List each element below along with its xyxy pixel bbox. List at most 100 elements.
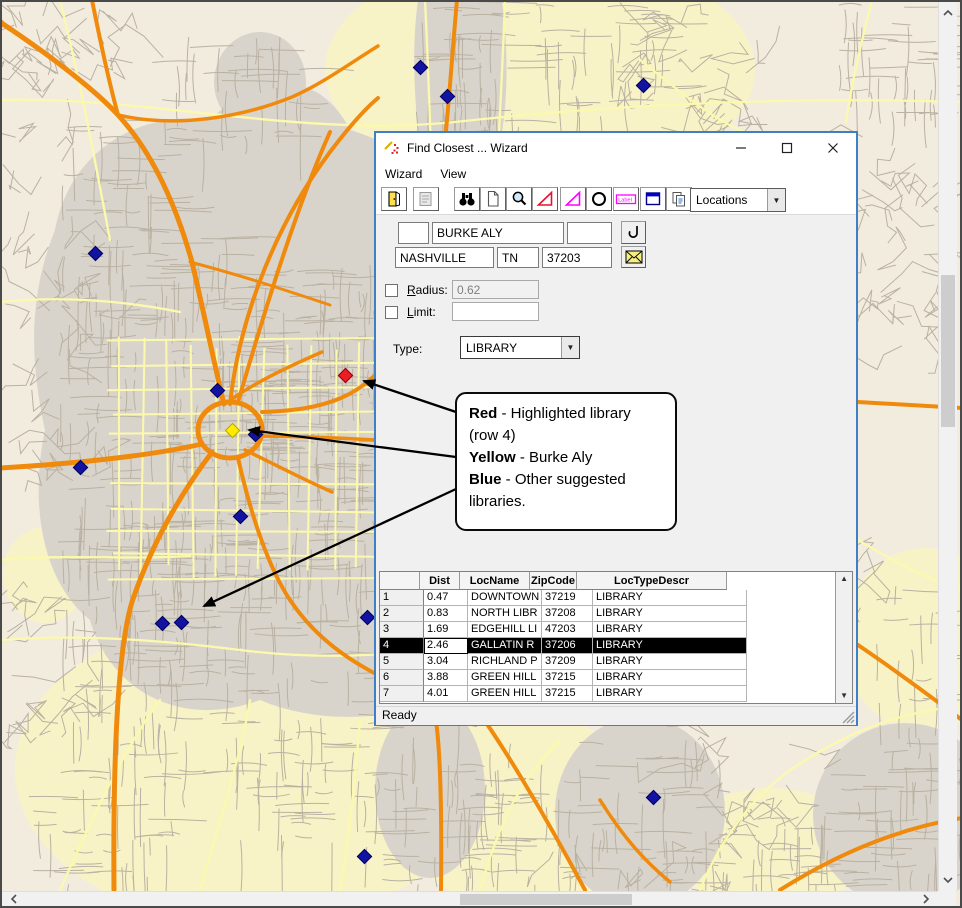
close-button[interactable] [811,133,855,163]
circle-tool-button[interactable] [586,187,612,211]
zip-field[interactable] [542,247,612,268]
data-cell[interactable]: LIBRARY [593,670,747,686]
find-button[interactable] [454,187,480,211]
radius-magenta-tool-button[interactable] [560,187,586,211]
minimize-button[interactable] [719,133,763,163]
data-cell[interactable]: NORTH LIBR [468,606,542,622]
scroll-down-icon[interactable] [942,874,954,886]
type-combo[interactable]: LIBRARY ▼ [460,336,580,359]
table-row[interactable]: 42.46GALLATIN R37206LIBRARY [380,638,835,654]
table-row[interactable]: 20.83NORTH LIBR37208LIBRARY [380,606,835,622]
data-cell[interactable]: 4.01 [424,686,468,702]
row-filler [747,638,835,653]
radius-label: Radius: [407,283,448,297]
new-document-button[interactable] [480,187,506,211]
radius-checkbox[interactable] [385,284,398,297]
column-header[interactable]: LocName [460,572,530,590]
chevron-down-icon[interactable]: ▼ [767,189,785,211]
locate-button[interactable] [621,221,646,244]
menu-wizard[interactable]: Wizard [376,164,431,184]
circle-icon [590,190,608,208]
properties-button[interactable] [413,187,439,211]
exit-button[interactable] [381,187,407,211]
row-number-cell[interactable]: 4 [380,638,424,654]
data-cell[interactable]: LIBRARY [593,654,747,670]
dialog-titlebar[interactable]: Find Closest ... Wizard [376,133,856,163]
limit-checkbox[interactable] [385,306,398,319]
label-tool-button[interactable]: Label [613,187,639,211]
map-hscroll-thumb[interactable] [460,894,632,905]
scroll-right-icon[interactable] [920,893,932,905]
scrollbar-corner [938,891,956,906]
layer-combo[interactable]: Locations ▼ [690,188,786,212]
table-row[interactable]: 10.47DOWNTOWN37219LIBRARY [380,590,835,606]
grid-scroll-up-icon[interactable]: ▲ [836,572,852,586]
map-horizontal-scrollbar[interactable] [2,891,938,907]
data-cell[interactable]: 37215 [542,670,593,686]
menu-view[interactable]: View [431,164,475,184]
city-field[interactable] [395,247,494,268]
data-cell[interactable]: LIBRARY [593,622,747,638]
maximize-button[interactable] [765,133,809,163]
table-row[interactable]: 31.69EDGEHILL LI47203LIBRARY [380,622,835,638]
table-row[interactable]: 63.88GREEN HILL37215LIBRARY [380,670,835,686]
mail-button[interactable] [621,246,646,268]
row-number-cell[interactable]: 6 [380,670,424,686]
svg-text:Label: Label [618,197,632,203]
data-cell[interactable]: EDGEHILL LI [468,622,542,638]
data-cell[interactable]: GREEN HILL [468,670,542,686]
toolbar: Label Locations ▼ [376,185,856,215]
data-cell[interactable]: 37208 [542,606,593,622]
row-number-cell[interactable]: 7 [380,686,424,702]
data-cell[interactable]: LIBRARY [593,686,747,702]
table-row[interactable]: 74.01GREEN HILL37215LIBRARY [380,686,835,702]
radius-field[interactable] [452,280,539,299]
data-cell[interactable]: 47203 [542,622,593,638]
grid-vertical-scrollbar[interactable]: ▲ ▼ [835,572,852,703]
type-combo-value: LIBRARY [461,341,561,355]
data-cell[interactable]: GALLATIN R [468,638,542,654]
data-cell[interactable]: 1.69 [424,622,468,638]
grid-scroll-down-icon[interactable]: ▼ [836,689,852,703]
street-prefix-field[interactable] [398,222,429,244]
copy-window-button[interactable] [666,187,692,211]
data-cell[interactable]: 3.04 [424,654,468,670]
zoom-button[interactable] [506,187,532,211]
street-name-field[interactable] [432,222,564,244]
column-header[interactable]: LocTypeDescr [577,572,727,590]
row-number-cell[interactable]: 1 [380,590,424,606]
data-cell[interactable]: RICHLAND P [468,654,542,670]
row-number-cell[interactable]: 5 [380,654,424,670]
resize-grip[interactable] [842,711,855,724]
data-cell[interactable]: 0.47 [424,590,468,606]
data-cell[interactable]: 0.83 [424,606,468,622]
radius-red-tool-button[interactable] [532,187,558,211]
row-number-cell[interactable]: 3 [380,622,424,638]
limit-field[interactable] [452,302,539,321]
results-grid: DistLocNameZipCodeLocTypeDescr 10.47DOWN… [379,571,853,704]
data-cell[interactable]: LIBRARY [593,638,747,654]
data-cell[interactable]: 3.88 [424,670,468,686]
data-cell[interactable]: DOWNTOWN [468,590,542,606]
chevron-down-icon[interactable]: ▼ [561,337,579,358]
row-number-cell[interactable]: 2 [380,606,424,622]
data-cell[interactable]: LIBRARY [593,606,747,622]
scroll-up-icon[interactable] [942,7,954,19]
map-vertical-scrollbar[interactable] [938,2,957,891]
map-vscroll-thumb[interactable] [941,275,955,427]
table-row[interactable]: 53.04RICHLAND P37209LIBRARY [380,654,835,670]
street-suffix-field[interactable] [567,222,612,244]
data-cell[interactable]: 37206 [542,638,593,654]
data-cell[interactable]: 37215 [542,686,593,702]
data-cell[interactable]: 37209 [542,654,593,670]
data-cell[interactable]: 2.46 [424,638,468,654]
column-header[interactable]: Dist [420,572,460,590]
data-cell[interactable]: GREEN HILL [468,686,542,702]
column-header[interactable]: ZipCode [530,572,577,590]
data-cell[interactable]: 37219 [542,590,593,606]
new-window-button[interactable] [640,187,666,211]
scroll-left-icon[interactable] [8,893,20,905]
column-header[interactable] [380,572,420,590]
data-cell[interactable]: LIBRARY [593,590,747,606]
state-field[interactable] [497,247,539,268]
